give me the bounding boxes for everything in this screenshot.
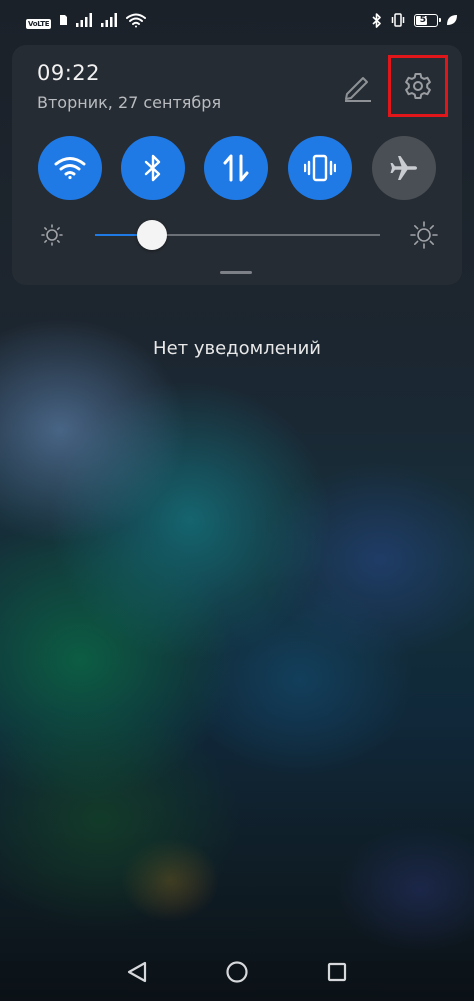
brightness-control <box>40 220 438 250</box>
status-bar-right: 59 <box>372 10 458 30</box>
wifi-icon <box>126 13 147 28</box>
vibrate-toggle[interactable] <box>288 136 352 200</box>
brightness-slider-thumb[interactable] <box>137 220 167 250</box>
navigation-bar <box>0 950 474 995</box>
vibrate-icon <box>390 13 406 27</box>
signal-icon <box>76 13 93 27</box>
panel-drag-handle[interactable] <box>220 271 252 274</box>
wifi-toggle[interactable] <box>38 136 102 200</box>
recents-button[interactable] <box>315 950 359 994</box>
gear-icon <box>405 73 431 99</box>
mobile-data-icon <box>223 154 249 182</box>
airplane-mode-toggle[interactable] <box>372 136 436 200</box>
quick-settings-panel: 09:22 Вторник, 27 сентября <box>12 45 462 285</box>
leaf-icon <box>446 14 458 26</box>
back-button[interactable] <box>115 950 159 994</box>
battery-icon: 59 <box>414 13 441 27</box>
wifi-icon <box>54 157 86 180</box>
sun-low-icon <box>41 224 63 246</box>
bluetooth-icon <box>144 154 161 182</box>
brightness-slider[interactable] <box>95 220 380 250</box>
home-icon <box>226 961 248 983</box>
no-notifications-text: Нет уведомлений <box>153 338 321 359</box>
edit-button[interactable] <box>342 71 374 103</box>
signal-icon <box>101 13 118 27</box>
airplane-icon <box>390 156 417 180</box>
back-icon <box>127 961 147 983</box>
status-bar: VoLTE 59 <box>0 0 474 40</box>
clock-time: 09:22 <box>37 61 101 85</box>
recents-icon <box>327 962 347 982</box>
clock-date: Вторник, 27 сентября <box>37 93 222 112</box>
home-button[interactable] <box>215 950 259 994</box>
sim-icon <box>60 15 68 25</box>
settings-button[interactable] <box>388 55 448 117</box>
quick-toggles <box>38 136 436 200</box>
sun-high-icon <box>410 221 438 249</box>
bluetooth-toggle[interactable] <box>121 136 185 200</box>
mobile-data-toggle[interactable] <box>204 136 268 200</box>
volte-label: VoLTE <box>26 18 52 29</box>
bluetooth-icon <box>372 12 382 28</box>
status-bar-left: VoLTE <box>26 10 147 30</box>
volte-icon: VoLTE <box>26 11 52 30</box>
battery-level: 59 <box>419 14 433 25</box>
vibrate-icon <box>304 154 336 182</box>
pencil-icon <box>345 77 371 102</box>
